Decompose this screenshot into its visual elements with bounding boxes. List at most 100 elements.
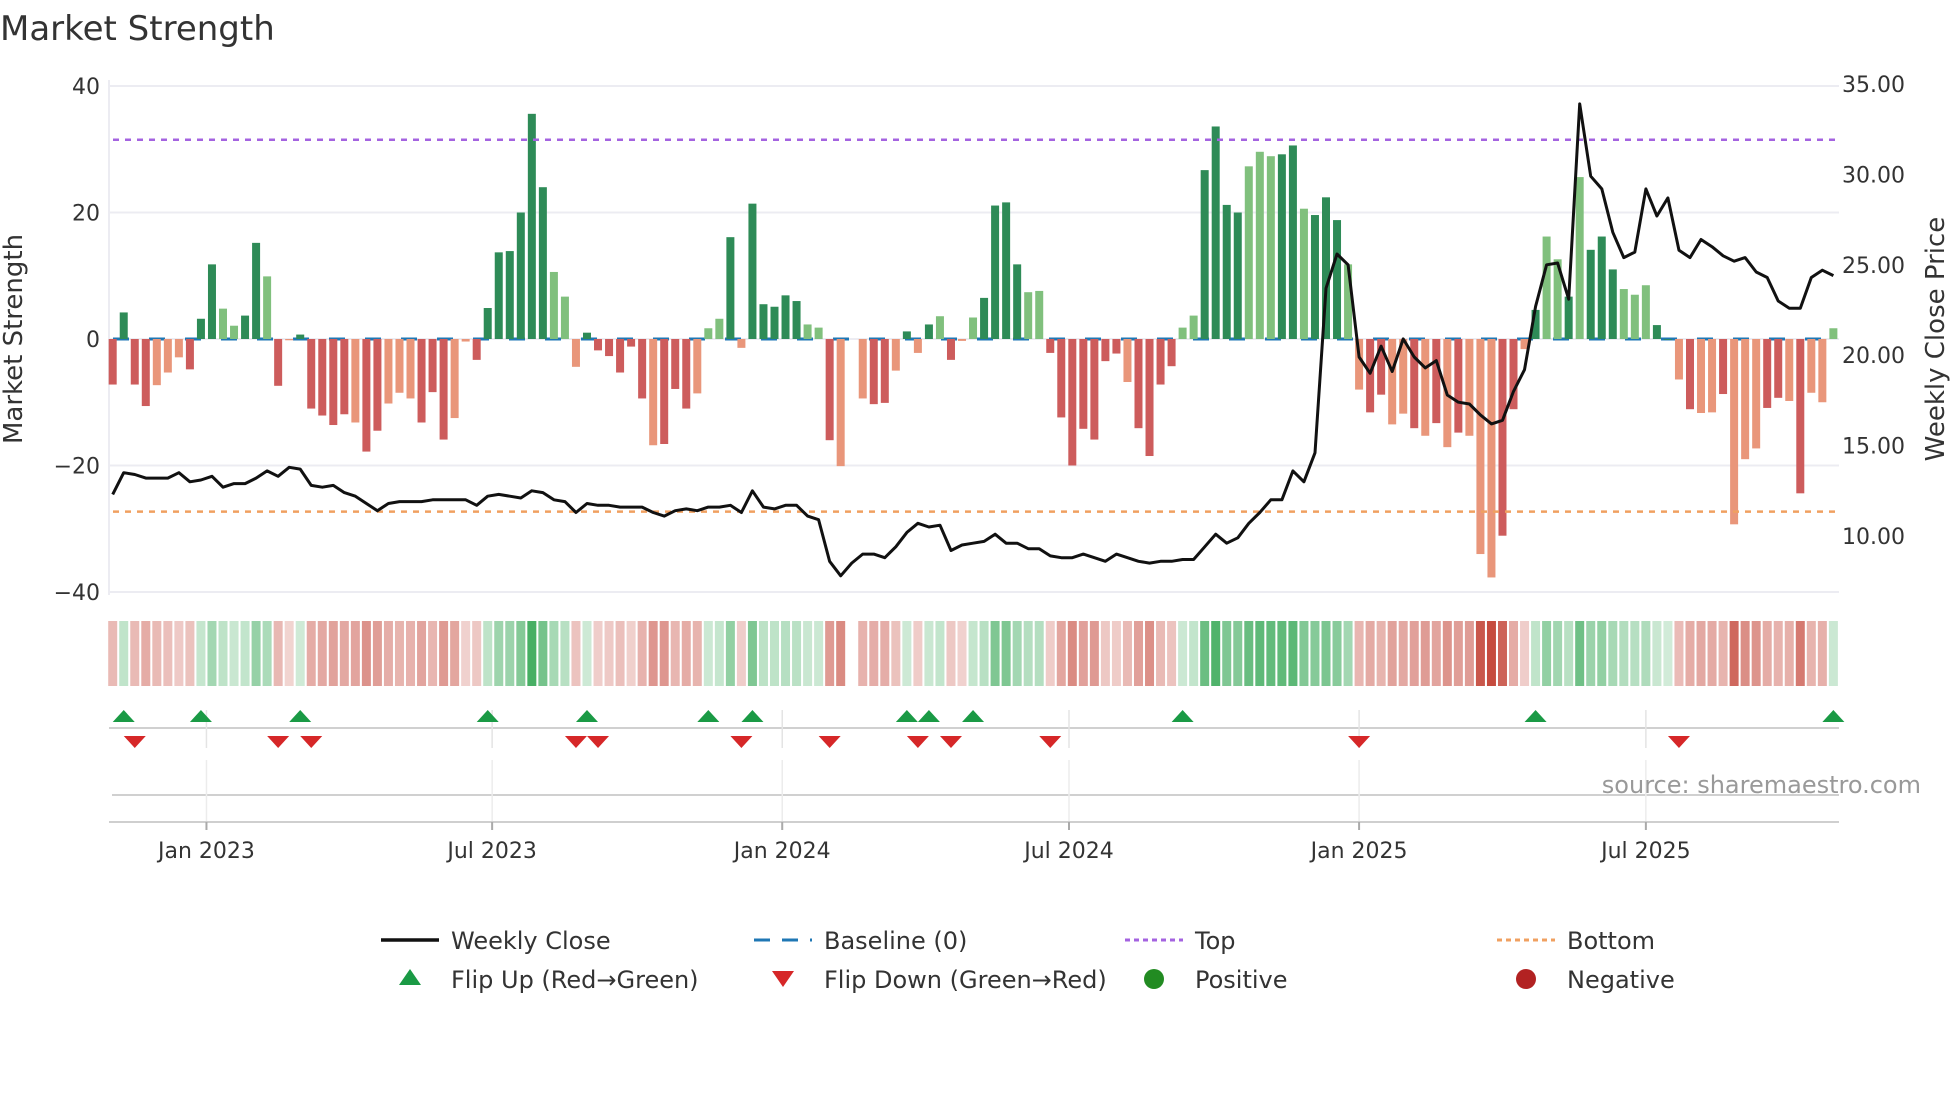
heat-cell — [494, 621, 504, 686]
heat-cell — [902, 621, 912, 686]
strength-bar — [902, 331, 911, 339]
heat-cell — [207, 621, 217, 686]
strength-bar — [748, 203, 757, 339]
strength-bar — [1498, 339, 1507, 536]
heat-cell — [108, 621, 118, 686]
heat-cell — [946, 621, 956, 686]
y2-tick-label: 30.00 — [1842, 163, 1905, 188]
heat-cell — [593, 621, 603, 686]
strength-bar — [704, 328, 713, 339]
y-tick-label: 40 — [72, 75, 100, 100]
strength-bar — [958, 339, 967, 341]
heat-cell — [1012, 621, 1022, 686]
strength-bar — [737, 339, 746, 348]
strength-bar — [571, 339, 580, 367]
strength-bar — [1619, 289, 1628, 339]
strength-bar — [395, 339, 404, 393]
heat-cell — [1299, 621, 1309, 686]
strength-bar — [1542, 236, 1551, 339]
strength-bar — [969, 317, 978, 339]
strength-bar — [1674, 339, 1683, 380]
strength-bar — [1222, 204, 1231, 339]
strength-bar — [1763, 339, 1772, 408]
strength-bar — [1277, 154, 1286, 339]
heat-cell — [516, 621, 526, 686]
strength-bar — [538, 187, 547, 339]
strength-bar — [428, 339, 437, 393]
strength-bar — [825, 339, 834, 441]
strength-bar — [472, 339, 481, 360]
heat-cell — [1067, 621, 1077, 686]
heat-cell — [604, 621, 614, 686]
heat-cell — [383, 621, 393, 686]
strength-bar — [803, 324, 812, 339]
heat-cell — [527, 621, 537, 686]
strength-bar — [924, 324, 933, 339]
flip-down-marker — [123, 736, 146, 748]
strength-bar — [516, 212, 525, 339]
heat-cell — [130, 621, 140, 686]
heat-cell — [582, 621, 592, 686]
heat-cell — [1023, 621, 1033, 686]
heat-cell — [483, 621, 493, 686]
heat-cell — [1156, 621, 1166, 686]
strength-bar — [130, 339, 139, 385]
x-tick-label: Jul 2024 — [1022, 839, 1114, 864]
strength-bar — [1057, 339, 1066, 418]
strength-bar — [913, 339, 922, 353]
strength-bar — [461, 339, 470, 342]
strength-bar — [108, 339, 117, 385]
strength-bar — [682, 339, 691, 409]
x-tick-label: Jan 2023 — [156, 839, 255, 864]
legend-label: Positive — [1195, 966, 1288, 994]
x-tick-label: Jul 2023 — [445, 839, 537, 864]
legend-item: Flip Up (Red→Green) — [399, 966, 699, 994]
flip-up-marker — [962, 710, 985, 722]
source-credit: source: sharemaestro.com — [1602, 771, 1921, 799]
strength-bar — [1244, 166, 1253, 339]
heat-cell — [196, 621, 206, 686]
strength-bar — [417, 339, 426, 423]
legend-item: Bottom — [1497, 927, 1655, 955]
heat-cell — [648, 621, 658, 686]
strength-bar — [1189, 315, 1198, 339]
heat-cell — [1167, 621, 1177, 686]
heat-cell — [317, 621, 327, 686]
heat-cell — [990, 621, 1000, 686]
strength-bar — [185, 339, 194, 370]
heat-cell — [692, 621, 702, 686]
heat-cell — [880, 621, 890, 686]
legend-label: Flip Up (Red→Green) — [451, 966, 699, 994]
strength-bar — [1046, 339, 1055, 353]
heat-cell — [152, 621, 162, 686]
heat-cell — [295, 621, 305, 686]
heat-cell — [1122, 621, 1132, 686]
heat-cell — [306, 621, 316, 686]
strength-bar — [638, 339, 647, 399]
flip-up-marker — [1524, 710, 1547, 722]
strength-bar — [1013, 264, 1022, 339]
strength-bar — [1145, 339, 1154, 457]
strength-bar — [1388, 339, 1397, 425]
strength-bar — [207, 264, 216, 339]
heat-cell — [439, 621, 449, 686]
heat-strip — [108, 621, 1838, 686]
heat-cell — [891, 621, 901, 686]
heat-cell — [814, 621, 824, 686]
axes: 40 20 0 −20 −40 35.00 30.00 25.00 20.00 15.00 10.0… — [54, 73, 1905, 864]
heat-cell — [1696, 621, 1706, 686]
heat-cell — [1486, 621, 1496, 686]
heat-cell — [1078, 621, 1088, 686]
strength-bar — [351, 339, 360, 423]
strength-bar — [605, 339, 614, 357]
heat-cell — [1464, 621, 1474, 686]
flip-down-marker — [818, 736, 841, 748]
strength-bar — [1741, 339, 1750, 460]
legend-item: Negative — [1516, 966, 1675, 994]
flip-down-marker — [1348, 736, 1371, 748]
strength-bar — [406, 339, 415, 399]
strength-bar — [1476, 339, 1485, 555]
heat-cell — [1376, 621, 1386, 686]
strength-bar — [935, 316, 944, 339]
strength-bar — [781, 295, 790, 339]
